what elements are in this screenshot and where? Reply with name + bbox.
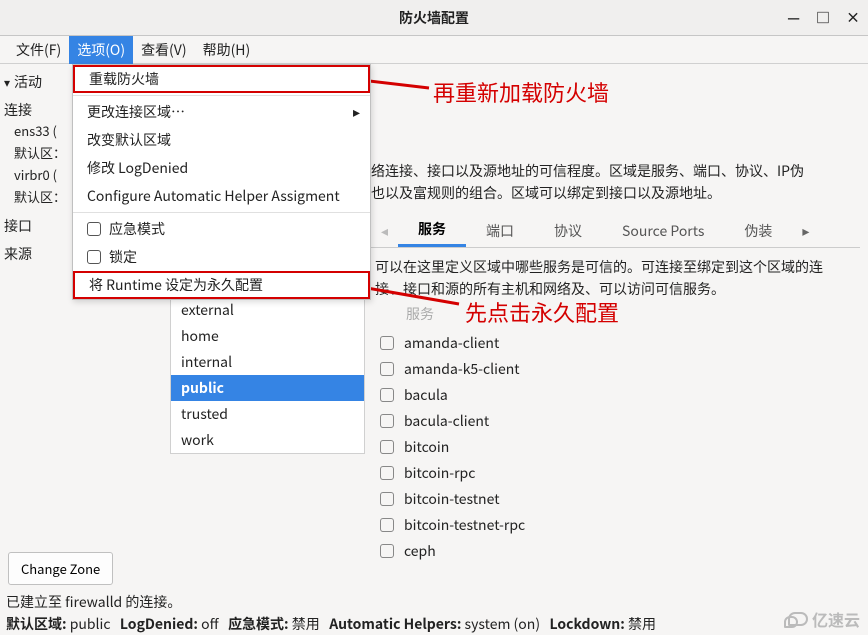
- menu-separator: [73, 95, 370, 96]
- menu-panic-mode[interactable]: 应急模式: [73, 215, 370, 243]
- menu-bar: 文件(F) 选项(O) 查看(V) 帮助(H): [0, 36, 868, 64]
- zone-list[interactable]: external home internal public trusted wo…: [170, 296, 365, 454]
- maximize-button[interactable]: □: [816, 8, 830, 28]
- menu-options[interactable]: 选项(O): [69, 36, 133, 64]
- status-bar: 默认区域: public LogDenied: off 应急模式: 禁用 Aut…: [6, 614, 656, 634]
- window-title: 防火墙配置: [399, 8, 469, 28]
- service-row[interactable]: amanda-client: [378, 330, 854, 356]
- checkbox-icon[interactable]: [380, 362, 394, 376]
- connection-virbr0-zone: 默认区：: [4, 186, 72, 208]
- tab-services[interactable]: 服务: [398, 214, 466, 247]
- active-bindings-label[interactable]: ▾ 活动: [4, 72, 72, 92]
- service-row[interactable]: bitcoin: [378, 434, 854, 460]
- title-bar: 防火墙配置 — □ ×: [0, 0, 868, 36]
- menu-file[interactable]: 文件(F): [8, 36, 69, 64]
- close-button[interactable]: ×: [846, 8, 860, 28]
- zone-item-internal[interactable]: internal: [171, 349, 364, 375]
- zone-item-work[interactable]: work: [171, 427, 364, 453]
- left-sidebar: ▾ 活动 连接 ens33 ( 默认区： virbr0 ( 默认区： 接口 来源: [4, 72, 72, 264]
- checkbox-icon[interactable]: [380, 544, 394, 558]
- tab-source-ports[interactable]: Source Ports: [602, 214, 724, 247]
- zone-tabs: ◂ 服务 端口 协议 Source Ports 伪装 ▸: [371, 214, 860, 248]
- service-row[interactable]: bacula: [378, 382, 854, 408]
- change-zone-button[interactable]: Change Zone: [8, 552, 113, 585]
- checkbox-icon[interactable]: [380, 388, 394, 402]
- services-list[interactable]: 服务 amanda-client amanda-k5-client bacula…: [378, 304, 854, 564]
- chevron-down-icon: ▾: [4, 74, 10, 91]
- cloud-icon: [788, 612, 808, 626]
- interfaces-label: 接口: [4, 216, 72, 236]
- watermark: 亿速云: [788, 607, 860, 631]
- menu-separator: [73, 212, 370, 213]
- annotation-permanent: 先点击永久配置: [465, 296, 619, 328]
- service-row[interactable]: bitcoin-rpc: [378, 460, 854, 486]
- checkbox-icon[interactable]: [380, 492, 394, 506]
- sources-label: 来源: [4, 244, 72, 264]
- checkbox-icon[interactable]: [380, 440, 394, 454]
- tab-nav-left-icon[interactable]: ◂: [371, 221, 398, 241]
- zone-item-trusted[interactable]: trusted: [171, 401, 364, 427]
- connection-virbr0[interactable]: virbr0 (: [4, 164, 72, 186]
- tab-nav-right-icon[interactable]: ▸: [792, 221, 819, 241]
- tab-protocols[interactable]: 协议: [534, 214, 602, 247]
- menu-help[interactable]: 帮助(H): [195, 36, 259, 64]
- menu-reload-firewall[interactable]: 重载防火墙: [73, 65, 370, 93]
- checkbox-icon: [87, 250, 101, 264]
- connections-label: 连接: [4, 100, 72, 120]
- menu-view[interactable]: 查看(V): [133, 36, 195, 64]
- checkbox-icon[interactable]: [380, 414, 394, 428]
- service-row[interactable]: bitcoin-testnet: [378, 486, 854, 512]
- service-row[interactable]: bacula-client: [378, 408, 854, 434]
- menu-lockdown[interactable]: 锁定: [73, 243, 370, 271]
- service-row[interactable]: ceph: [378, 538, 854, 564]
- zone-item-public[interactable]: public: [171, 375, 364, 401]
- menu-change-connection-zone[interactable]: 更改连接区域…: [73, 98, 370, 126]
- checkbox-icon[interactable]: [380, 466, 394, 480]
- menu-configure-helper[interactable]: Configure Automatic Helper Assigment: [73, 182, 370, 210]
- service-row[interactable]: bitcoin-testnet-rpc: [378, 512, 854, 538]
- zone-description: 络连接、接口以及源地址的可信程度。区域是服务、端口、协议、IP伪 也以及富规则的…: [371, 160, 860, 204]
- tab-masquerade[interactable]: 伪装: [724, 214, 792, 247]
- menu-modify-logdenied[interactable]: 修改 LogDenied: [73, 154, 370, 182]
- zone-item-home[interactable]: home: [171, 323, 364, 349]
- menu-change-default-zone[interactable]: 改变默认区域: [73, 126, 370, 154]
- checkbox-icon[interactable]: [380, 336, 394, 350]
- connection-status: 已建立至 firewalld 的连接。: [6, 592, 181, 612]
- tab-ports[interactable]: 端口: [466, 214, 534, 247]
- window-controls: — □ ×: [787, 8, 860, 28]
- service-row[interactable]: amanda-k5-client: [378, 356, 854, 382]
- options-dropdown: 重载防火墙 更改连接区域… 改变默认区域 修改 LogDenied Config…: [72, 64, 371, 300]
- minimize-button[interactable]: —: [787, 8, 800, 28]
- checkbox-icon[interactable]: [380, 518, 394, 532]
- connection-ens33[interactable]: ens33 (: [4, 120, 72, 142]
- connection-ens33-zone: 默认区：: [4, 142, 72, 164]
- annotation-reload: 再重新加载防火墙: [433, 76, 609, 108]
- checkbox-icon: [87, 222, 101, 236]
- menu-runtime-to-permanent[interactable]: 将 Runtime 设定为永久配置: [73, 271, 370, 299]
